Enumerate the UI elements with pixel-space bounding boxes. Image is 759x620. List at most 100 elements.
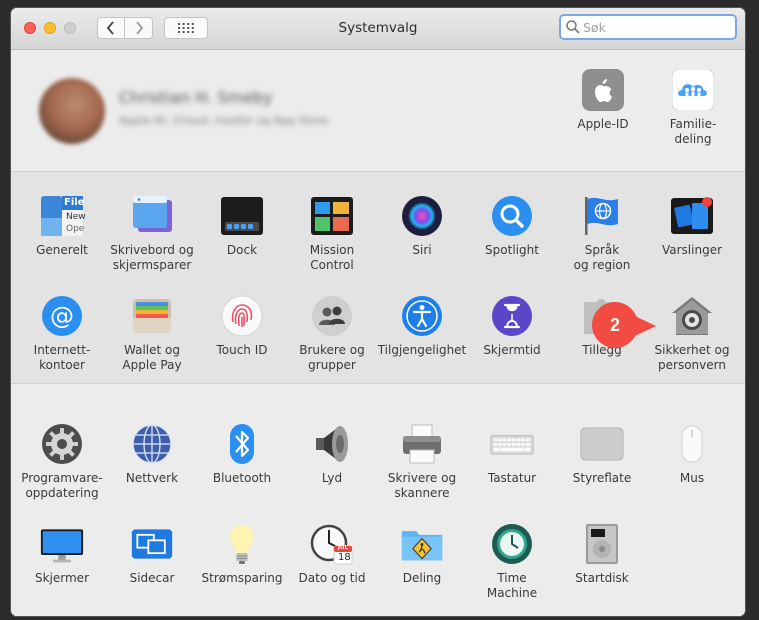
pane-spotlight[interactable]: Spotlight: [467, 194, 557, 258]
back-button[interactable]: [97, 17, 125, 39]
sidecar-icon: [130, 522, 174, 566]
security-house-icon: [670, 294, 714, 338]
close-window-button[interactable]: [24, 22, 36, 34]
pane-software-update[interactable]: Programvare- oppdatering: [17, 422, 107, 501]
time-machine-icon: [490, 522, 534, 566]
notifications-icon: [670, 194, 714, 238]
flag-globe-icon: [580, 194, 624, 238]
apple-id-profile[interactable]: Christian H. Smeby Apple-ID, iCloud, med…: [31, 72, 491, 152]
lightbulb-icon: [220, 522, 264, 566]
pane-label: Dato og tid: [298, 571, 366, 585]
pane-mouse[interactable]: Mus: [647, 422, 737, 486]
grid-icon: [178, 23, 194, 33]
chevron-left-icon: [106, 21, 114, 35]
pane-label: Mus: [679, 471, 705, 485]
pane-trackpad[interactable]: Styreflate: [557, 422, 647, 486]
pane-apple-id[interactable]: Apple-ID: [558, 68, 648, 132]
accessibility-icon: [400, 294, 444, 338]
pane-date-time[interactable]: JUL 18 Dato og tid: [287, 522, 377, 586]
pane-family-sharing[interactable]: Familie- deling: [648, 68, 738, 147]
pane-label: Skrivebord og skjermsparer: [110, 243, 194, 272]
pane-label: Apple-ID: [577, 117, 629, 131]
pane-label: Mission Control: [309, 243, 355, 272]
profile-name: Christian H. Smeby: [119, 88, 273, 107]
show-all-button[interactable]: [164, 17, 208, 39]
pane-label: Skrivere og skannere: [387, 471, 457, 500]
pane-displays[interactable]: Skjermer: [17, 522, 107, 586]
pane-label: Wallet og Apple Pay: [122, 343, 182, 372]
svg-text:@: @: [50, 302, 74, 330]
step-callout: 2: [592, 302, 656, 350]
pane-label: Styreflate: [572, 471, 632, 485]
profile-subtitle: Apple-ID, iCloud, medier og App Store: [119, 114, 329, 127]
pane-printers-scanners[interactable]: Skrivere og skannere: [377, 422, 467, 501]
pane-label: Familie- deling: [669, 117, 717, 146]
pane-label: Deling: [402, 571, 442, 585]
pane-screen-time[interactable]: Skjermtid: [467, 294, 557, 358]
pane-desktop-screensaver[interactable]: Skrivebord og skjermsparer: [107, 194, 197, 273]
forward-button[interactable]: [125, 17, 153, 39]
speaker-icon: [310, 422, 354, 466]
general-icon: File New Ope: [40, 194, 86, 238]
account-section: Christian H. Smeby Apple-ID, iCloud, med…: [11, 50, 745, 172]
pane-label: Time Machine: [486, 571, 538, 600]
pane-label: Generelt: [36, 243, 88, 257]
pane-security-privacy[interactable]: Sikkerhet og personvern: [647, 294, 737, 373]
pane-accessibility[interactable]: Tilgjengelighet: [377, 294, 467, 358]
pane-label: Nettverk: [125, 471, 179, 485]
network-globe-icon: [130, 422, 174, 466]
hardware-section: Programvare- oppdatering Nettverk Blueto…: [11, 384, 745, 616]
pane-wallet-apple-pay[interactable]: Wallet og Apple Pay: [107, 294, 197, 373]
fingerprint-icon: [220, 294, 264, 338]
pane-energy-saver[interactable]: Strømsparing: [197, 522, 287, 586]
pane-network[interactable]: Nettverk: [107, 422, 197, 486]
pane-time-machine[interactable]: Time Machine: [467, 522, 557, 601]
pane-language-region[interactable]: Språk og region: [557, 194, 647, 273]
trackpad-icon: [580, 422, 624, 466]
sharing-folder-icon: [400, 522, 444, 566]
pane-touch-id[interactable]: Touch ID: [197, 294, 287, 358]
pane-label: Touch ID: [216, 343, 268, 357]
pane-label: Sidecar: [129, 571, 175, 585]
pane-users-groups[interactable]: Brukere og grupper: [287, 294, 377, 373]
zoom-window-button[interactable]: [64, 22, 76, 34]
calendar-day: 18: [338, 552, 351, 563]
wallet-icon: [130, 294, 174, 338]
pane-sharing[interactable]: Deling: [377, 522, 467, 586]
clock-calendar-icon: JUL 18: [310, 522, 354, 566]
pane-label: Språk og region: [573, 243, 631, 272]
pane-siri[interactable]: Siri: [377, 194, 467, 258]
pane-label: Dock: [226, 243, 258, 257]
pane-label: Strømsparing: [201, 571, 283, 585]
family-sharing-icon: [671, 68, 715, 112]
apple-logo-icon: [581, 68, 625, 112]
avatar: [39, 78, 105, 144]
pane-mission-control[interactable]: Mission Control: [287, 194, 377, 273]
pane-startup-disk[interactable]: Startdisk: [557, 522, 647, 586]
pane-bluetooth[interactable]: Bluetooth: [197, 422, 287, 486]
pane-label: Bluetooth: [212, 471, 272, 485]
system-preferences-window: Systemvalg Christian H. Smeby Apple-ID, …: [11, 8, 745, 616]
mouse-icon: [670, 422, 714, 466]
callout-number: 2: [592, 302, 638, 348]
pane-dock[interactable]: Dock: [197, 194, 287, 258]
pane-keyboard[interactable]: Tastatur: [467, 422, 557, 486]
spotlight-icon: [490, 194, 534, 238]
pane-label: Brukere og grupper: [299, 343, 365, 372]
general-icon-text: File: [64, 197, 85, 208]
pane-notifications[interactable]: Varslinger: [647, 194, 737, 258]
title-bar: Systemvalg: [11, 8, 745, 50]
minimize-window-button[interactable]: [44, 22, 56, 34]
pane-label: Startdisk: [575, 571, 629, 585]
search-field[interactable]: [559, 14, 737, 40]
pane-sound[interactable]: Lyd: [287, 422, 377, 486]
pane-sidecar[interactable]: Sidecar: [107, 522, 197, 586]
pane-label: Lyd: [321, 471, 343, 485]
pane-general[interactable]: File New Ope Generelt: [17, 194, 107, 258]
siri-icon: [400, 194, 444, 238]
pane-internet-accounts[interactable]: @ Internett- kontoer: [17, 294, 107, 373]
pane-label: Varslinger: [661, 243, 723, 257]
keyboard-icon: [490, 422, 534, 466]
pane-label: Skjermer: [34, 571, 89, 585]
search-input[interactable]: [581, 19, 733, 35]
